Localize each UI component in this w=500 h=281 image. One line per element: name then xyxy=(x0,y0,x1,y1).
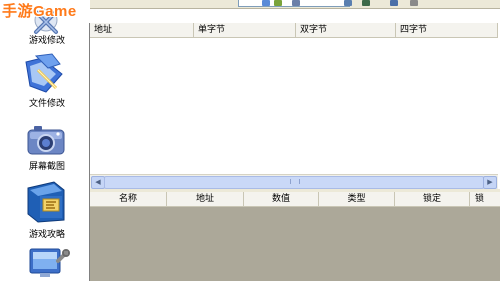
watermark-logo: 手游Game xyxy=(2,3,77,20)
column-header-address[interactable]: 地址 xyxy=(90,23,194,37)
column-header-value[interactable]: 数值 xyxy=(244,192,319,206)
sidebar-item-label: 游戏修改 xyxy=(28,36,65,46)
column-header-word[interactable]: 双字节 xyxy=(296,23,396,37)
column-header-name[interactable]: 名称 xyxy=(90,192,167,206)
toolbar-go-icon[interactable] xyxy=(262,0,270,6)
top-toolbar xyxy=(90,0,500,9)
camera-icon xyxy=(27,126,65,155)
column-header-byte[interactable]: 单字节 xyxy=(194,23,296,37)
main-panel: 地址 单字节 双字节 四字节 ◀ ▶ 名称 地址 数值 类型 锁定 锁 xyxy=(89,23,500,281)
computer-tools-icon xyxy=(29,248,70,277)
locked-list-header: 名称 地址 数值 类型 锁定 锁 xyxy=(90,192,500,207)
column-header-type[interactable]: 类型 xyxy=(319,192,395,206)
file-modify-icon xyxy=(25,53,63,93)
locked-list-body[interactable] xyxy=(90,207,500,281)
toolbar-refresh-icon[interactable] xyxy=(274,0,282,6)
sidebar-item-game-guide[interactable]: 游戏攻略 xyxy=(0,180,88,240)
scroll-right-icon[interactable]: ▶ xyxy=(483,176,497,189)
sidebar-item-label: 游戏攻略 xyxy=(28,230,65,240)
toolbar-save-icon[interactable] xyxy=(344,0,352,6)
toolbar-settings-icon[interactable] xyxy=(390,0,398,6)
sidebar-item-file-modify[interactable]: 文件修改 xyxy=(0,52,88,109)
column-header-address[interactable]: 地址 xyxy=(167,192,244,206)
scroll-left-icon[interactable]: ◀ xyxy=(91,176,105,189)
column-header-dword[interactable]: 四字节 xyxy=(396,23,498,37)
column-header-lock-extra[interactable]: 锁 xyxy=(470,192,500,206)
sidebar-item-label: 屏幕截图 xyxy=(28,162,65,172)
sidebar-item-tools[interactable] xyxy=(0,245,88,281)
memory-grid-body[interactable] xyxy=(90,38,498,173)
toolbar-help-icon[interactable] xyxy=(410,0,418,6)
sidebar: 游戏修改 文件修改 屏幕截图 游戏攻略 xyxy=(0,0,88,281)
horizontal-scrollbar[interactable]: ◀ ▶ xyxy=(90,174,498,189)
toolbar-open-icon[interactable] xyxy=(362,0,370,6)
scroll-thumb[interactable] xyxy=(104,176,484,189)
column-header-lock[interactable]: 锁定 xyxy=(395,192,470,206)
sidebar-item-screenshot[interactable]: 屏幕截图 xyxy=(0,118,88,174)
scroll-grip-icon xyxy=(290,179,300,184)
guide-book-icon xyxy=(27,181,65,223)
sidebar-item-label: 文件修改 xyxy=(28,99,65,109)
toolbar-search-icon[interactable] xyxy=(292,0,300,6)
memory-grid-header: 地址 单字节 双字节 四字节 xyxy=(90,23,498,38)
